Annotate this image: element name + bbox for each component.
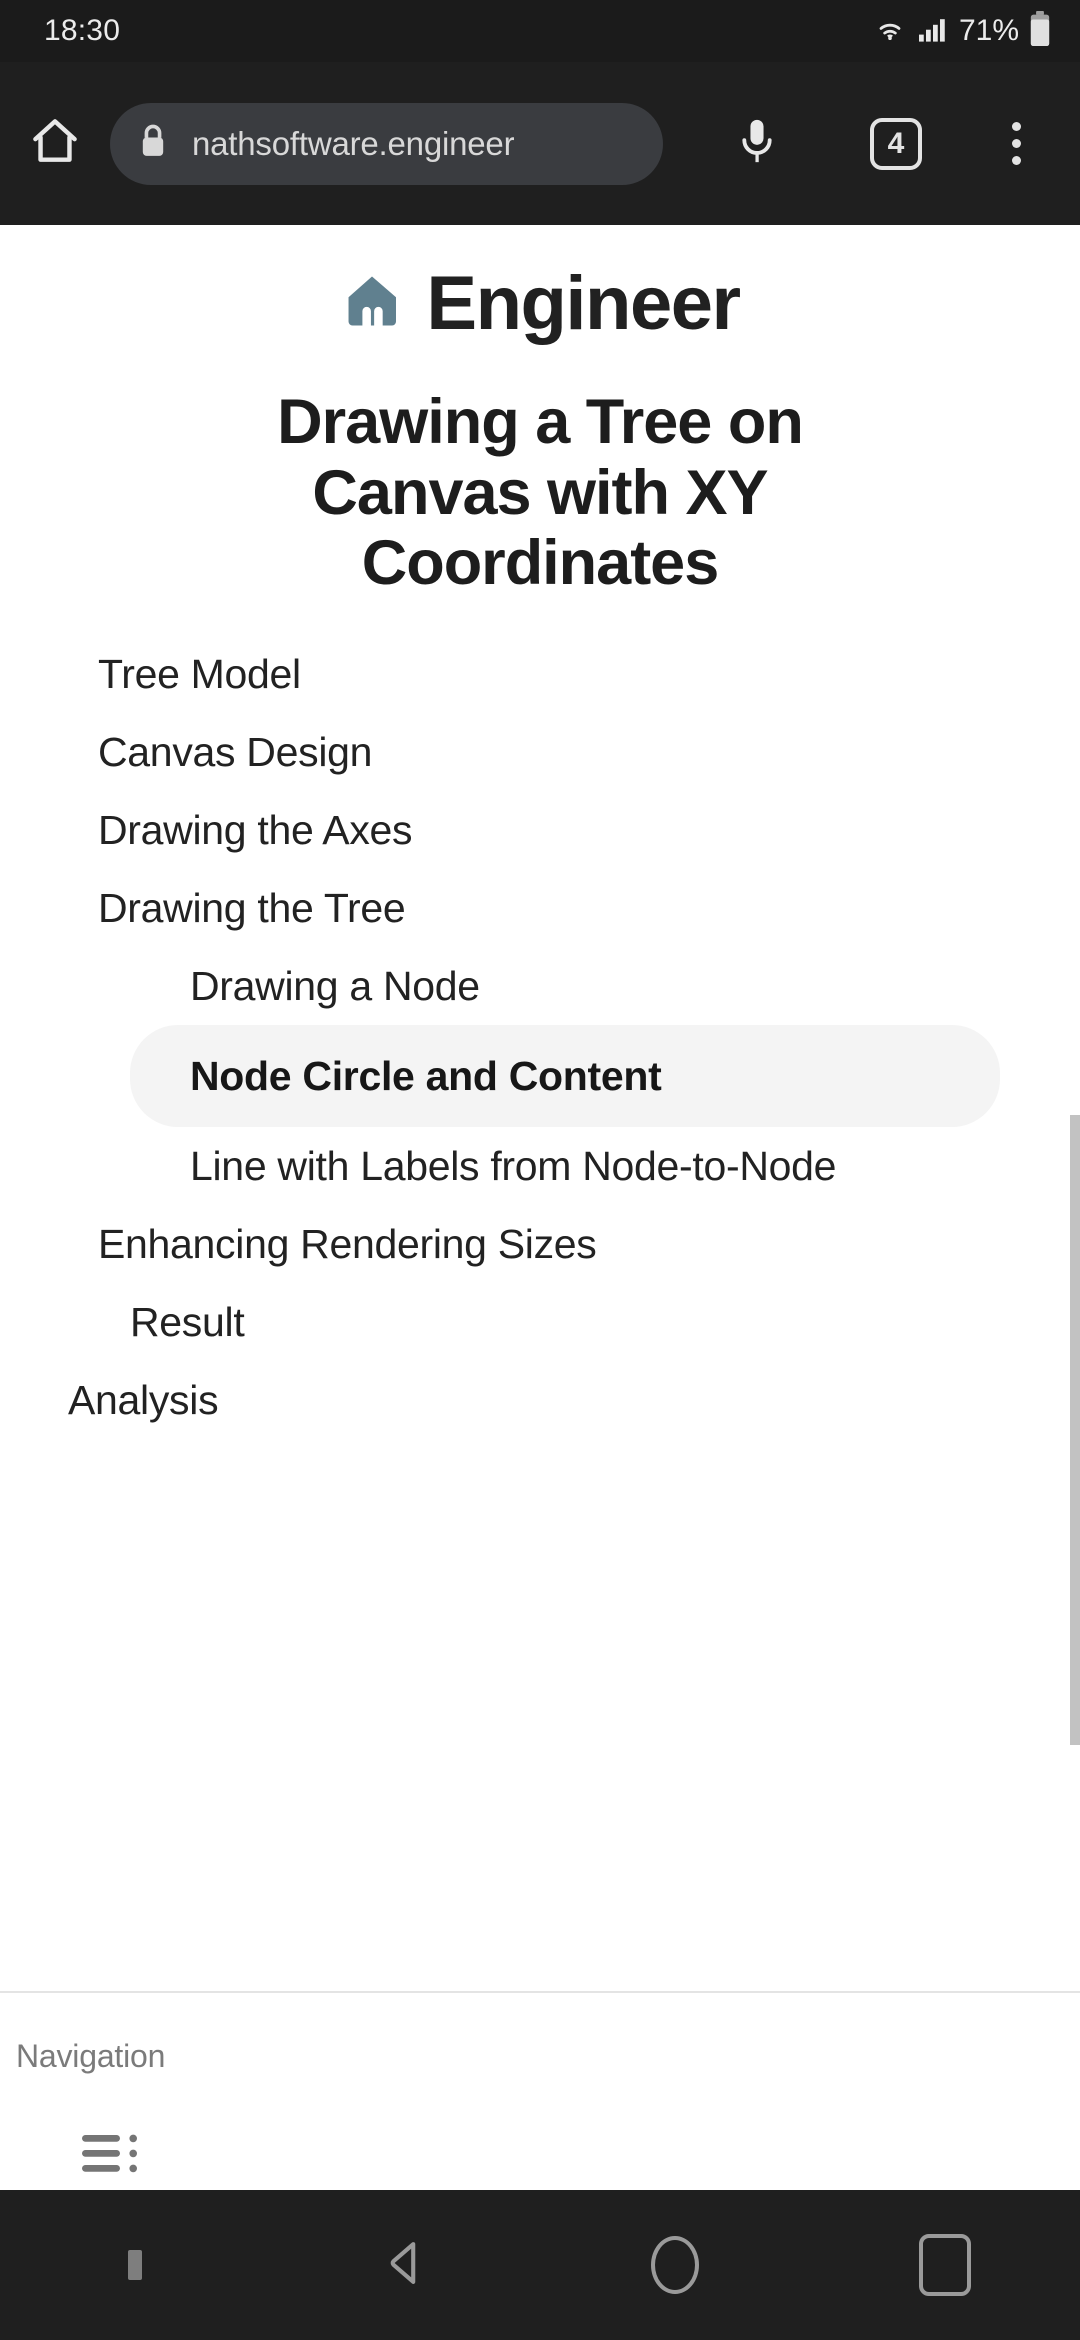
toc-item-canvas-design[interactable]: Canvas Design: [98, 713, 958, 791]
address-bar-url: nathsoftware.engineer: [192, 124, 515, 162]
cellular-signal-icon: [916, 15, 950, 48]
page-title: Drawing a Tree on Canvas with XY Coordin…: [277, 387, 804, 599]
toc-item-analysis[interactable]: Analysis: [68, 1361, 928, 1439]
kebab-dot: [1012, 122, 1021, 131]
status-indicators: 71%: [873, 10, 1052, 52]
page-content: Engineer Drawing a Tree on Canvas with X…: [0, 225, 1080, 1991]
wifi-icon: [873, 15, 907, 48]
tab-switcher-button[interactable]: 4: [870, 117, 922, 170]
site-wordmark: Engineer: [426, 261, 741, 346]
toc-item-drawing-a-node[interactable]: Drawing a Node: [190, 947, 980, 1025]
toolbar-actions: 4: [663, 116, 1080, 171]
kebab-dot: [1012, 139, 1021, 148]
keyboard-dot-indicator[interactable]: [0, 2250, 270, 2280]
tab-count-label: 4: [887, 126, 905, 160]
toc-item-node-circle-and-content[interactable]: Node Circle and Content: [130, 1024, 1000, 1127]
back-icon: [376, 2234, 434, 2297]
address-bar[interactable]: nathsoftware.engineer: [110, 102, 663, 185]
microphone-icon[interactable]: [734, 116, 780, 171]
android-navigation-bar: [0, 2190, 1080, 2340]
toc-item-line-with-labels[interactable]: Line with Labels from Node-to-Node: [190, 1127, 980, 1205]
recents-square-icon: [919, 2234, 971, 2296]
home-icon: [27, 113, 83, 174]
toc-item-tree-model[interactable]: Tree Model: [98, 635, 958, 713]
page-scrollbar[interactable]: [1070, 1115, 1080, 1745]
kebab-menu-icon[interactable]: [1012, 122, 1021, 165]
browser-home-button[interactable]: [0, 113, 110, 174]
house-icon: [340, 269, 404, 338]
android-back-button[interactable]: [270, 2234, 540, 2297]
toc-item-drawing-the-axes[interactable]: Drawing the Axes: [98, 791, 958, 869]
table-of-contents: Tree Model Canvas Design Drawing the Axe…: [0, 635, 1080, 1439]
status-clock: 18:30: [44, 14, 121, 47]
home-circle-icon: [651, 2236, 699, 2294]
battery-percent-label: 71%: [958, 14, 1019, 47]
status-bar: 18:30 71%: [0, 0, 1080, 62]
lock-icon: [136, 122, 170, 165]
footer-navigation: Navigation: [0, 1991, 1080, 2190]
toc-item-result[interactable]: Result: [130, 1283, 960, 1361]
browser-toolbar: nathsoftware.engineer 4: [0, 62, 1080, 225]
android-recents-button[interactable]: [810, 2234, 1080, 2296]
toc-item-enhancing-rendering-sizes[interactable]: Enhancing Rendering Sizes: [98, 1205, 958, 1283]
list-icon[interactable]: [82, 2131, 144, 2182]
android-home-button[interactable]: [540, 2236, 810, 2294]
kebab-dot: [1012, 156, 1021, 165]
footer-navigation-label: Navigation: [16, 2038, 166, 2074]
battery-icon: [1028, 10, 1052, 52]
dot-indicator-icon: [128, 2250, 142, 2280]
toc-item-drawing-the-tree[interactable]: Drawing the Tree: [98, 869, 958, 947]
site-logo[interactable]: Engineer: [0, 260, 1080, 347]
